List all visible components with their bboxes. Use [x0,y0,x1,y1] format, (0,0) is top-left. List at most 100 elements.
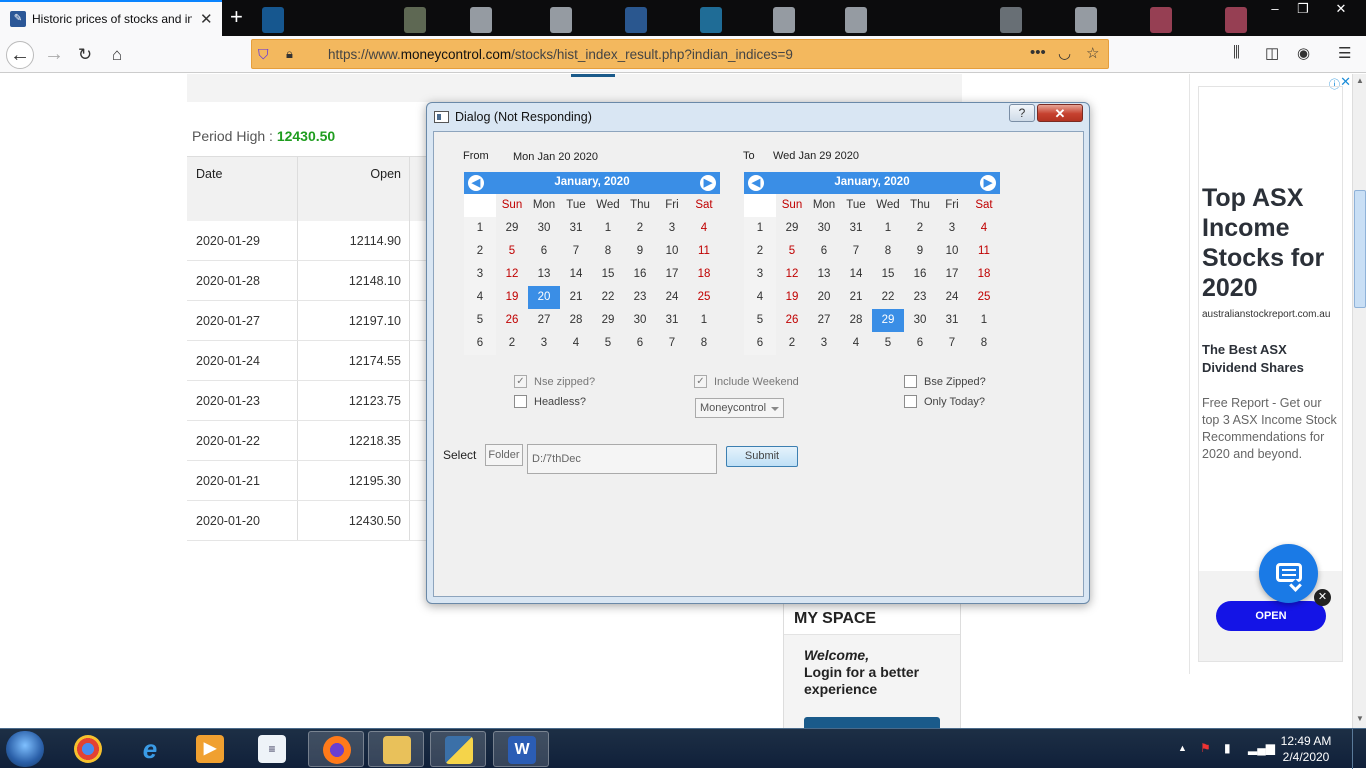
calendar-day[interactable]: 27 [528,309,560,332]
headless-checkbox[interactable]: Headless? [514,395,586,408]
scroll-down-icon[interactable]: ▼ [1355,714,1365,723]
calendar-day[interactable]: 8 [968,332,1000,355]
calendar-day[interactable]: 23 [624,286,656,309]
folder-button[interactable]: Folder [485,444,523,466]
forward-arrow-icon[interactable]: → [40,41,68,69]
taskbar-notepad-button[interactable]: ≡ [244,731,300,767]
calendar-day[interactable]: 31 [560,217,592,240]
close-window-icon[interactable]: ✕ [1324,0,1358,18]
calendar-day[interactable]: 6 [808,240,840,263]
browser-tab-active[interactable]: ✎ Historic prices of stocks and ind ✕ [0,0,222,36]
calendar-day[interactable]: 30 [528,217,560,240]
include-weekend-checkbox[interactable]: ✓ Include Weekend [694,375,799,388]
calendar-day[interactable]: 29 [872,309,904,332]
calendar-day[interactable]: 21 [840,286,872,309]
page-actions-menu-icon[interactable]: ••• [1030,44,1046,61]
show-desktop-button[interactable] [1352,729,1366,769]
start-button[interactable] [6,731,44,767]
calendar-day[interactable]: 2 [496,332,528,355]
calendar-day[interactable]: 22 [592,286,624,309]
calendar-day[interactable]: 13 [528,263,560,286]
pocket-icon[interactable]: ◡ [1058,44,1071,62]
calendar-day[interactable]: 14 [840,263,872,286]
calendar-day[interactable]: 29 [776,217,808,240]
battery-icon[interactable]: ▮ [1224,741,1231,755]
site-info-lock-icon[interactable]: 🔒︎ [286,46,293,62]
calendar-day[interactable]: 4 [840,332,872,355]
calendar-day[interactable]: 5 [776,240,808,263]
calendar-day[interactable]: 18 [688,263,720,286]
dialog-close-button[interactable]: ✕ [1037,104,1083,122]
calendar-day[interactable]: 19 [496,286,528,309]
calendar-day[interactable]: 22 [872,286,904,309]
bse-zipped-checkbox[interactable]: Bse Zipped? [904,375,986,388]
calendar-day[interactable]: 6 [904,332,936,355]
calendar-day[interactable]: 1 [872,217,904,240]
calendar-day[interactable]: 4 [968,217,1000,240]
calendar-day[interactable]: 2 [776,332,808,355]
calendar-day[interactable]: 11 [968,240,1000,263]
only-today-checkbox[interactable]: Only Today? [904,395,985,408]
calendar-day[interactable]: 16 [904,263,936,286]
calendar-day[interactable]: 4 [688,217,720,240]
library-icon[interactable]: ⫼ [1233,44,1240,61]
scroll-up-icon[interactable]: ▲ [1355,76,1365,85]
calendar-day[interactable]: 15 [592,263,624,286]
calendar-day[interactable]: 8 [872,240,904,263]
dialog-titlebar[interactable]: Dialog (Not Responding) ? ✕ [427,103,1089,131]
calendar-day[interactable]: 9 [624,240,656,263]
calendar-day[interactable]: 5 [496,240,528,263]
tracking-protection-shield-icon[interactable]: ⛉ [258,46,274,62]
scrollbar-thumb[interactable] [1354,190,1366,308]
calendar-day[interactable]: 27 [808,309,840,332]
taskbar-firefox-button[interactable] [308,731,364,767]
calendar-day[interactable]: 3 [656,217,688,240]
ad-domain[interactable]: australianstockreport.com.au [1202,309,1330,320]
account-icon[interactable]: ◉ [1297,44,1310,62]
calendar-day[interactable]: 25 [968,286,1000,309]
calendar-day[interactable]: 3 [808,332,840,355]
calendar-day[interactable]: 31 [840,217,872,240]
calendar-day[interactable]: 17 [656,263,688,286]
reload-icon[interactable]: ↻ [71,41,99,69]
calendar-day[interactable]: 26 [776,309,808,332]
taskbar-media-button[interactable]: ▶ [182,731,238,767]
calendar-day[interactable]: 20 [528,286,560,309]
calendar-day[interactable]: 2 [624,217,656,240]
ad-dismiss-icon[interactable]: ✕ [1314,589,1331,606]
taskbar-explorer-button[interactable] [368,731,424,767]
to-calendar-grid[interactable]: Sun Mon Tue Wed Thu Fri Sat 1 29 30 31 1 2 3 4 2 5 6 7 8 9 10… [744,194,1000,355]
calendar-day[interactable]: 2 [904,217,936,240]
calendar-day[interactable]: 7 [840,240,872,263]
help-button[interactable]: ? [1009,104,1035,122]
calendar-day[interactable]: 7 [560,240,592,263]
bookmark-star-icon[interactable]: ☆ [1086,44,1099,62]
calendar-day[interactable]: 23 [904,286,936,309]
url-text[interactable]: https://www.moneycontrol.com/stocks/hist… [328,47,793,62]
calendar-day[interactable]: 10 [656,240,688,263]
calendar-day[interactable]: 28 [560,309,592,332]
home-icon[interactable]: ⌂ [103,41,131,69]
calendar-day[interactable]: 30 [904,309,936,332]
calendar-day[interactable]: 20 [808,286,840,309]
calendar-day[interactable]: 24 [936,286,968,309]
calendar-day[interactable]: 6 [528,240,560,263]
minimize-window-icon[interactable]: ‒ [1260,0,1290,18]
new-tab-icon[interactable]: + [230,4,243,30]
action-center-flag-icon[interactable]: ⚑ [1200,741,1211,755]
calendar-day[interactable]: 1 [688,309,720,332]
calendar-day[interactable]: 8 [592,240,624,263]
back-arrow-icon[interactable]: ← [6,41,34,69]
calendar-day[interactable]: 10 [936,240,968,263]
calendar-day[interactable]: 6 [624,332,656,355]
next-month-arrow-icon[interactable]: ▶ [700,175,716,191]
calendar-day[interactable]: 29 [496,217,528,240]
calendar-day[interactable]: 3 [528,332,560,355]
taskbar-word-button[interactable]: W [493,731,549,767]
calendar-day[interactable]: 9 [904,240,936,263]
calendar-day[interactable]: 16 [624,263,656,286]
tab-close-icon[interactable]: ✕ [200,10,213,28]
restore-window-icon[interactable]: ❐ [1288,0,1318,18]
calendar-day[interactable]: 13 [808,263,840,286]
nse-zipped-checkbox[interactable]: ✓ Nse zipped? [514,375,595,388]
